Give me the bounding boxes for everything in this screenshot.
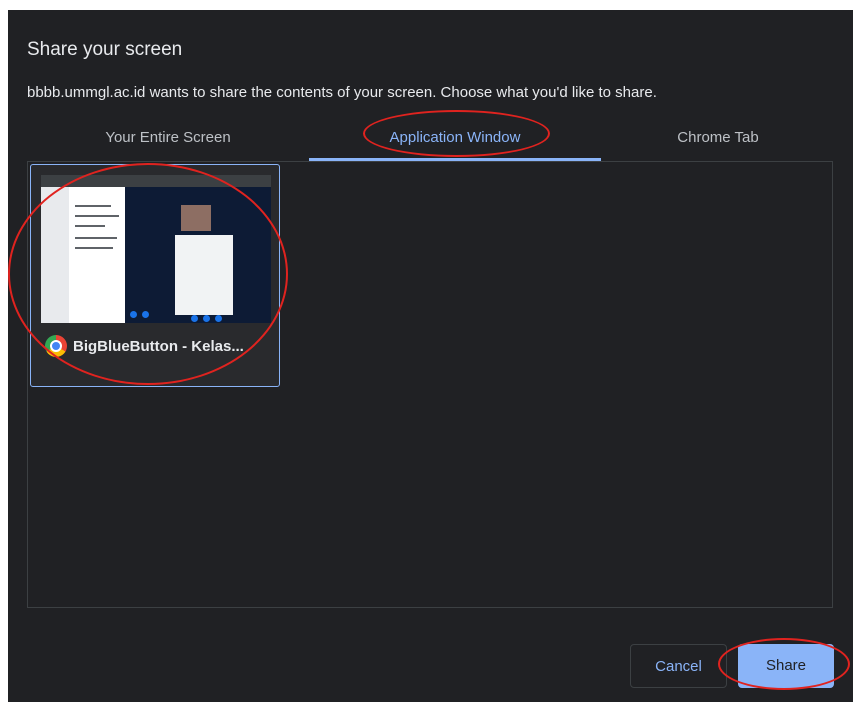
share-button[interactable]: Share <box>738 644 834 688</box>
thumbnail-text-line <box>75 225 105 227</box>
thumbnail-text-line <box>75 237 117 239</box>
thumbnail-text-line <box>75 247 113 249</box>
thumbnail-control-dot <box>130 311 137 318</box>
thumbnail-text-line <box>75 215 119 217</box>
window-tile-bigbluebutton[interactable]: BigBlueButton - Kelas... <box>30 164 280 387</box>
thumbnail-control-dot <box>142 311 149 318</box>
window-tile-label: BigBlueButton - Kelas... <box>45 335 244 357</box>
tab-chrome-tab[interactable]: Chrome Tab <box>601 122 835 158</box>
thumbnail-control-dot <box>215 315 222 322</box>
thumbnail-chat-panel <box>69 187 125 323</box>
source-tabs: Your Entire Screen Application Window Ch… <box>8 122 853 162</box>
thumbnail-browser-bar <box>41 175 271 187</box>
window-title: BigBlueButton - Kelas... <box>73 337 244 355</box>
chrome-icon <box>45 335 67 357</box>
thumbnail-webcam <box>181 205 211 231</box>
tab-entire-screen[interactable]: Your Entire Screen <box>18 122 318 158</box>
share-screen-dialog: Share your screen bbbb.ummgl.ac.id wants… <box>8 10 853 702</box>
thumbnail-presentation <box>175 235 233 315</box>
dialog-title: Share your screen <box>27 39 183 60</box>
thumbnail-control-dot <box>191 315 198 322</box>
cancel-button[interactable]: Cancel <box>630 644 727 688</box>
thumbnail-control-dot <box>203 315 210 322</box>
dialog-subtitle: bbbb.ummgl.ac.id wants to share the cont… <box>27 84 657 101</box>
thumbnail-text-line <box>75 205 111 207</box>
thumbnail-sidebar <box>41 187 69 323</box>
window-thumbnail <box>41 175 271 323</box>
window-list: BigBlueButton - Kelas... <box>27 161 833 608</box>
tab-application-window[interactable]: Application Window <box>309 122 601 158</box>
